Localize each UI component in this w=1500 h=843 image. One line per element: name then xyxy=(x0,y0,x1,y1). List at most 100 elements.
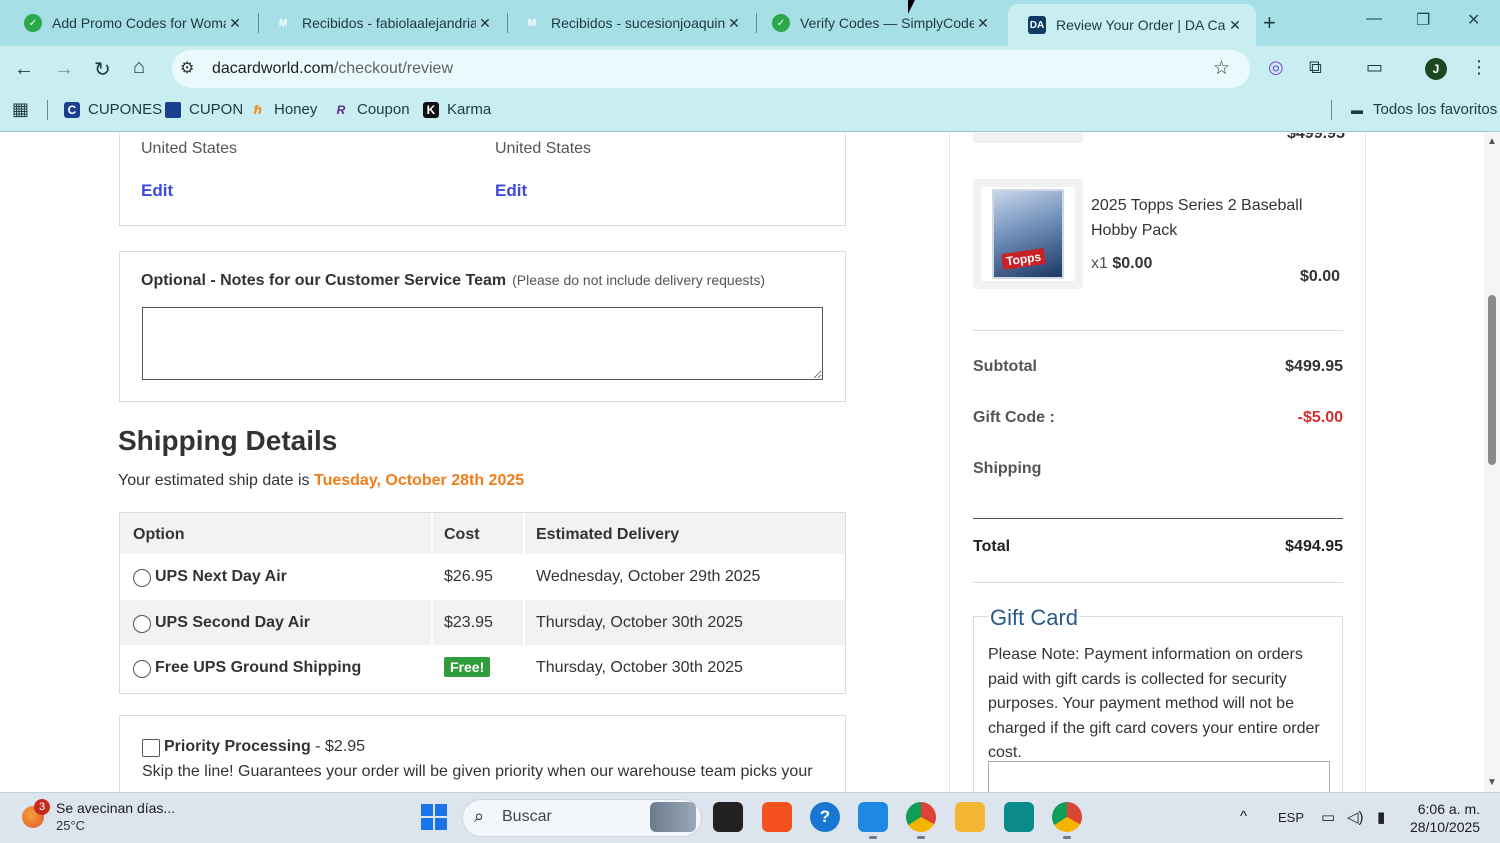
tab-verify-codes[interactable]: ✓ Verify Codes — SimplyCodes ✕ xyxy=(752,0,1004,46)
item-thumbnail[interactable]: Topps xyxy=(973,179,1083,289)
back-icon[interactable]: ← xyxy=(14,58,34,81)
tab-recibidos-fabiola[interactable]: M Recibidos - fabiolaalejandria ✕ xyxy=(254,0,506,46)
search-icon: ⌕ xyxy=(474,806,485,826)
scrollbar[interactable]: ▲ ▼ xyxy=(1484,133,1500,792)
bookmark-label: Karma xyxy=(447,101,492,118)
priority-title[interactable]: Priority Processing - $2.95 xyxy=(164,738,365,756)
maximize-icon[interactable]: ❐ xyxy=(1416,10,1430,30)
total-label: Total xyxy=(973,538,1011,555)
column-divider xyxy=(949,133,950,792)
bookmark-cupon[interactable]: CUPON xyxy=(165,101,243,118)
option-name[interactable]: UPS Next Day Air xyxy=(155,568,287,586)
running-indicator xyxy=(917,836,925,839)
scroll-down-arrow[interactable]: ▼ xyxy=(1487,777,1497,788)
edit-billing-link[interactable]: Edit xyxy=(141,181,173,201)
ship-date-value: Tuesday, October 28th 2025 xyxy=(313,472,525,489)
priority-checkbox[interactable] xyxy=(142,739,160,757)
minimize-icon[interactable]: — xyxy=(1366,10,1382,28)
bookmark-label: CUPON xyxy=(189,101,244,118)
edge-icon[interactable] xyxy=(858,802,888,832)
clock[interactable]: 6:06 a. m. 28/10/2025 xyxy=(1410,800,1480,836)
karma-icon: K xyxy=(423,101,439,118)
option-cost: $23.95 xyxy=(444,614,493,631)
bookmark-honey[interactable]: ℏ Honey xyxy=(250,101,318,118)
bookmark-cupones[interactable]: C CUPONES xyxy=(64,101,162,118)
menu-icon[interactable]: ⋮ xyxy=(1470,57,1488,78)
bookmark-karma[interactable]: K Karma xyxy=(423,101,491,118)
url-text[interactable]: dacardworld.com/checkout/review xyxy=(212,60,453,78)
tab-review-order[interactable]: DA Review Your Order | DA Card ✕ xyxy=(1008,4,1256,46)
window-close-icon[interactable]: ✕ xyxy=(1467,10,1480,30)
shipping-label: Shipping xyxy=(973,460,1042,477)
tab-label: Recibidos - sucesionjoaquinh xyxy=(551,15,725,31)
weather-badge: 3 xyxy=(34,799,50,815)
scroll-up-arrow[interactable]: ▲ xyxy=(1487,136,1497,147)
item-unit-price: $0.00 xyxy=(1112,255,1153,272)
home-icon[interactable]: ⌂ xyxy=(133,56,145,79)
shipping-details-title: Shipping Details xyxy=(118,425,338,456)
extensions-puzzle-icon[interactable]: ⧉ xyxy=(1309,57,1322,78)
file-explorer-icon[interactable] xyxy=(955,802,985,832)
new-tab-button[interactable]: + xyxy=(1263,10,1276,36)
bookmark-coupon[interactable]: R Coupon xyxy=(333,101,410,118)
priority-processing-card: Priority Processing - $2.95 Skip the lin… xyxy=(119,715,846,792)
gift-card-section: Gift Card Please Note: Payment informati… xyxy=(973,605,1343,792)
tab-recibidos-sucesion[interactable]: M Recibidos - sucesionjoaquinh ✕ xyxy=(503,0,755,46)
priority-price: - $2.95 xyxy=(315,738,365,755)
gift-card-title: Gift Card xyxy=(988,605,1081,631)
profile-avatar[interactable]: J xyxy=(1425,58,1447,80)
mouse-cursor xyxy=(908,0,915,14)
notes-title: Optional - Notes for our Customer Servic… xyxy=(141,272,765,290)
notes-hint: (Please do not include delivery requests… xyxy=(512,272,766,288)
close-icon[interactable]: ✕ xyxy=(226,15,244,32)
radio-free-ground[interactable] xyxy=(133,660,151,678)
language-indicator[interactable]: ESP xyxy=(1278,810,1304,825)
item-name[interactable]: 2025 Topps Series 2 Baseball Hobby Pack xyxy=(1091,193,1341,243)
notes-textarea[interactable] xyxy=(142,307,823,380)
search-highlight-image[interactable] xyxy=(650,802,696,832)
apps-grid-icon[interactable]: ▦ xyxy=(12,99,29,120)
network-icon[interactable]: ▭ xyxy=(1321,808,1335,826)
edit-shipping-link[interactable]: Edit xyxy=(495,181,527,201)
previous-item-thumbnail xyxy=(973,133,1083,143)
bag-icon xyxy=(165,101,181,118)
header-delivery: Estimated Delivery xyxy=(536,526,680,543)
close-icon[interactable]: ✕ xyxy=(725,15,743,32)
product-image: Topps xyxy=(981,187,1075,281)
option-delivery: Wednesday, October 29th 2025 xyxy=(536,568,761,585)
chrome-profile-icon[interactable] xyxy=(1052,802,1082,832)
site-info-icon[interactable]: ⚙ xyxy=(180,58,194,78)
da-icon: DA xyxy=(1028,16,1046,34)
url-domain: dacardworld.com xyxy=(212,60,334,77)
store-icon[interactable] xyxy=(1004,802,1034,832)
scroll-thumb[interactable] xyxy=(1488,295,1496,465)
tab-add-promo-codes[interactable]: ✓ Add Promo Codes for Woma ✕ xyxy=(4,0,256,46)
app-orange-icon[interactable] xyxy=(762,802,792,832)
option-name[interactable]: Free UPS Ground Shipping xyxy=(155,659,361,677)
gift-card-input[interactable] xyxy=(988,761,1330,792)
tray-chevron-icon[interactable]: ^ xyxy=(1240,808,1247,825)
task-view-icon[interactable] xyxy=(713,802,743,832)
all-bookmarks[interactable]: ▬ Todos los favoritos xyxy=(1349,101,1497,118)
bookmark-star-icon[interactable]: ☆ xyxy=(1213,57,1230,80)
page-content: United States United States Edit Edit Op… xyxy=(0,133,1500,792)
weather-title[interactable]: Se avecinan días... xyxy=(56,800,175,816)
option-name[interactable]: UPS Second Day Air xyxy=(155,614,310,632)
column-divider xyxy=(523,513,525,693)
close-icon[interactable]: ✕ xyxy=(1226,17,1244,34)
reload-icon[interactable]: ↻ xyxy=(94,57,111,82)
cast-icon[interactable]: ▭ xyxy=(1366,57,1383,78)
chrome-icon[interactable] xyxy=(906,802,936,832)
extension-ai-icon[interactable]: ◎ xyxy=(1268,57,1284,78)
battery-icon[interactable]: ▮ xyxy=(1377,808,1385,826)
forward-icon[interactable]: → xyxy=(54,58,74,81)
help-icon[interactable]: ? xyxy=(810,802,840,832)
radio-ups-second-day[interactable] xyxy=(133,615,151,633)
close-icon[interactable]: ✕ xyxy=(476,15,494,32)
table-header xyxy=(120,513,845,554)
close-icon[interactable]: ✕ xyxy=(974,15,992,32)
radio-ups-next-day[interactable] xyxy=(133,569,151,587)
start-button[interactable] xyxy=(421,804,447,830)
priority-title-text: Priority Processing xyxy=(164,738,311,755)
volume-icon[interactable]: ◁) xyxy=(1347,808,1364,826)
